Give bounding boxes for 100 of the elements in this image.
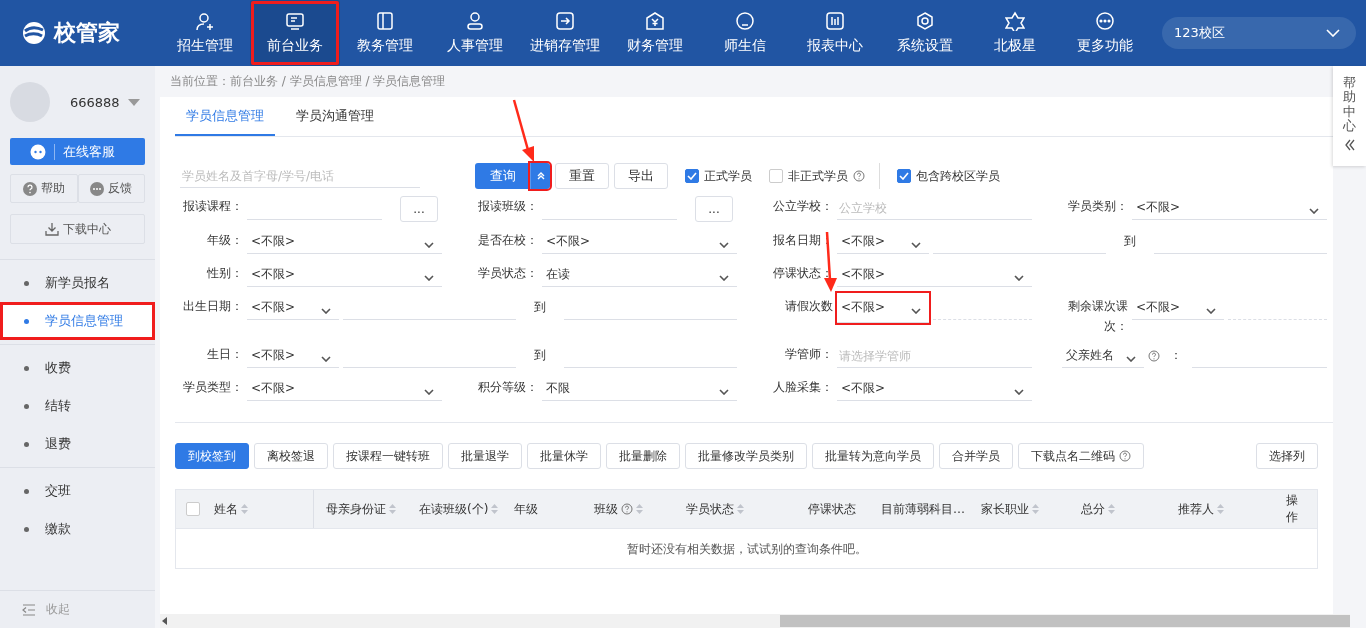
select-field[interactable]: <不限>: [1132, 196, 1327, 220]
range-separator: 到: [1123, 233, 1137, 250]
sidebar-item[interactable]: 交班: [0, 472, 155, 510]
expand-toggle[interactable]: [530, 163, 550, 189]
chevron-down-icon: [424, 388, 434, 395]
column-header[interactable]: 姓名: [214, 500, 238, 518]
action-button[interactable]: 合并学员: [939, 443, 1013, 469]
person-plus-icon: [195, 11, 215, 31]
tab[interactable]: 学员沟通管理: [285, 97, 385, 136]
nav-tab[interactable]: 财务管理: [610, 0, 700, 66]
action-button[interactable]: 批量转为意向学员: [812, 443, 934, 469]
sidebar-item[interactable]: 学员信息管理: [0, 302, 155, 340]
monitor-icon: [285, 11, 305, 31]
column-header[interactable]: 年级: [514, 500, 538, 518]
select-field[interactable]: <不限>: [837, 293, 929, 323]
column-header[interactable]: 学员状态: [686, 500, 734, 518]
sidebar-item[interactable]: 结转: [0, 387, 155, 425]
chevron-down-icon: [911, 307, 921, 314]
checkbox[interactable]: [897, 169, 911, 183]
checkbox[interactable]: [769, 169, 783, 183]
select-field[interactable]: <不限>: [1132, 296, 1224, 320]
help-button[interactable]: 帮助: [10, 174, 78, 203]
sort-icon: [636, 504, 643, 514]
nav-tab[interactable]: 教务管理: [340, 0, 430, 66]
download-button[interactable]: 下载中心: [10, 214, 145, 244]
column-header[interactable]: 操作: [1286, 492, 1305, 526]
select-field[interactable]: <不限>: [247, 377, 442, 401]
column-picker-button[interactable]: 选择列: [1256, 443, 1318, 469]
check-icon: [899, 172, 909, 180]
user-name[interactable]: 666888: [70, 94, 120, 110]
nav-tab[interactable]: 前台业务: [250, 0, 340, 66]
column-header[interactable]: 家长职业: [981, 500, 1029, 518]
column-header[interactable]: 在读班级(个): [419, 500, 489, 518]
select-field[interactable]: 父亲姓名: [1062, 344, 1144, 368]
action-button[interactable]: 离校签退: [254, 443, 328, 469]
tab[interactable]: 学员信息管理: [175, 97, 275, 136]
help-center-tab[interactable]: 帮助中心: [1333, 66, 1366, 166]
reset-button[interactable]: 重置: [555, 163, 609, 189]
action-button[interactable]: 按课程一键转班: [333, 443, 443, 469]
menu-collapse-icon: [22, 603, 36, 616]
picker-button[interactable]: ...: [400, 196, 438, 222]
select-field[interactable]: <不限>: [542, 230, 737, 254]
column-header[interactable]: 推荐人: [1178, 500, 1214, 518]
nav-tab[interactable]: 师生信: [700, 0, 790, 66]
service-button[interactable]: 在线客服: [10, 138, 145, 165]
checkbox[interactable]: [186, 502, 200, 516]
field-label: 剩余课次课次：: [1067, 298, 1128, 335]
person-icon: [465, 11, 485, 31]
action-button[interactable]: 到校签到: [175, 443, 249, 469]
campus-select[interactable]: 123校区: [1162, 17, 1356, 49]
checkbox[interactable]: [685, 169, 699, 183]
chevron-down-icon: [1326, 29, 1340, 37]
column-header[interactable]: 班级: [594, 500, 618, 518]
action-button[interactable]: 下载点名二维码: [1018, 443, 1144, 469]
sort-icon: [1108, 504, 1115, 514]
select-field[interactable]: <不限>: [247, 344, 339, 368]
scrollbar-thumb[interactable]: [780, 615, 1350, 627]
sidebar-item[interactable]: 收费: [0, 349, 155, 387]
select-field[interactable]: <不限>: [247, 230, 442, 254]
export-button[interactable]: 导出: [614, 163, 668, 189]
chat-icon: [30, 143, 46, 160]
sidebar-item[interactable]: 新学员报名: [0, 264, 155, 302]
select-field[interactable]: <不限>: [837, 230, 929, 254]
chevron-down-icon: [911, 241, 921, 248]
select-field[interactable]: <不限>: [837, 263, 1032, 287]
horizontal-scrollbar[interactable]: [160, 614, 1350, 628]
nav-tab[interactable]: 招生管理: [160, 0, 250, 66]
nav-tab[interactable]: 系统设置: [880, 0, 970, 66]
column-header[interactable]: 停课状态: [808, 500, 856, 518]
field-label: 请假次数: [784, 298, 833, 315]
select-field[interactable]: <不限>: [247, 296, 339, 320]
column-header[interactable]: 目前薄弱科目…: [881, 500, 965, 518]
nav-tab[interactable]: 报表中心: [790, 0, 880, 66]
range-separator: 到: [533, 299, 547, 316]
star-icon: [1005, 11, 1025, 31]
picker-button[interactable]: ...: [695, 196, 733, 222]
feedback-button[interactable]: 反馈: [77, 174, 145, 203]
nav-tab[interactable]: 更多功能: [1060, 0, 1150, 66]
arrow-box-icon: [555, 11, 575, 31]
action-button[interactable]: 批量修改学员类别: [685, 443, 807, 469]
select-field[interactable]: <不限>: [837, 377, 1032, 401]
select-field[interactable]: <不限>: [247, 263, 442, 287]
action-button[interactable]: 批量退学: [448, 443, 522, 469]
nav-tab[interactable]: 北极星: [970, 0, 1060, 66]
column-header[interactable]: 母亲身份证: [326, 500, 386, 518]
select-field[interactable]: 在读: [542, 263, 737, 287]
nav-tab[interactable]: 进销存管理: [520, 0, 610, 66]
checkbox-label: 非正式学员: [788, 167, 848, 185]
annotation-arrow: [512, 99, 534, 162]
query-button[interactable]: 查询: [475, 163, 530, 189]
sidebar-item[interactable]: 缴款: [0, 510, 155, 548]
sidebar-item[interactable]: 退费: [0, 425, 155, 463]
chat-bubble-icon: [90, 181, 105, 196]
column-header[interactable]: 总分: [1081, 500, 1105, 518]
action-button[interactable]: 批量删除: [606, 443, 680, 469]
action-button[interactable]: 批量休学: [527, 443, 601, 469]
double-chevron-left-icon: [1344, 139, 1355, 152]
nav-tab[interactable]: 人事管理: [430, 0, 520, 66]
sort-icon: [1217, 504, 1224, 514]
select-field[interactable]: 不限: [542, 377, 737, 401]
